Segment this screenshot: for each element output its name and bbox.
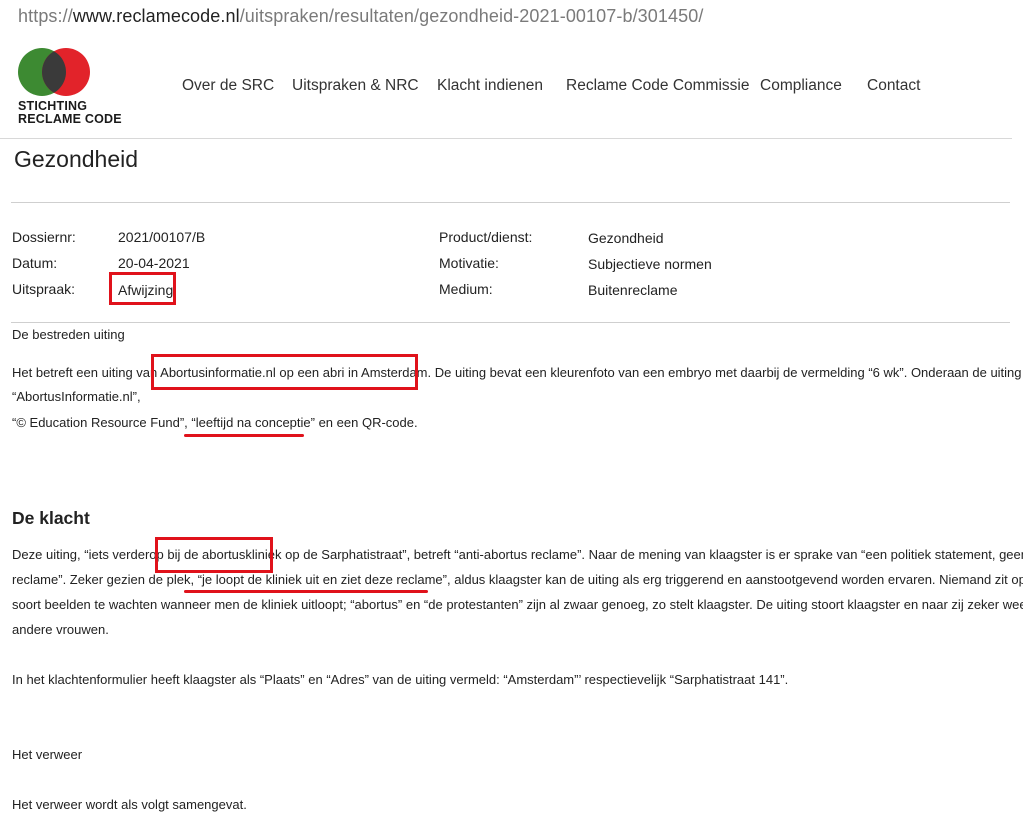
underlined-je-loopt-de-kliniek-uit: “je loopt de kliniek uit en ziet deze re…	[197, 572, 447, 587]
annotation-underline-kliniek	[184, 590, 428, 593]
text-segment: Deze uiting, “iets verderop	[12, 547, 168, 562]
nav-compliance[interactable]: Compliance	[760, 77, 842, 95]
contested-ad-heading: De bestreden uiting	[12, 327, 125, 342]
annotation-underline-leeftijd	[184, 434, 304, 437]
logo-text-line1: STICHTING	[18, 99, 88, 113]
product-value: Gezondheid	[588, 230, 664, 246]
contested-paragraph-line2: “AbortusInformatie.nl”,	[12, 389, 141, 404]
text-segment: Het betreft een uiting van	[12, 365, 161, 380]
url-path: /uitspraken/resultaten/gezondheid-2021-0…	[239, 6, 704, 26]
text-segment: “© Education Resource Fund”,	[12, 415, 192, 430]
motivation-value: Subjectieve normen	[588, 256, 712, 272]
text-segment: De uiting bevat een kleurenfoto van een …	[431, 365, 1023, 380]
defence-heading: Het verweer	[12, 747, 83, 762]
address-bar-url[interactable]: https://www.reclamecode.nl/uitspraken/re…	[18, 6, 703, 27]
date-value: 20-04-2021	[118, 255, 190, 271]
medium-label: Medium:	[439, 281, 493, 297]
text-segment: en een QR-code.	[314, 415, 418, 430]
nav-uitspraken-nrc[interactable]: Uitspraken & NRC	[292, 77, 419, 95]
dossier-label: Dossiernr:	[12, 229, 76, 245]
defence-paragraph: Het verweer wordt als volgt samengevat.	[12, 797, 247, 812]
contested-paragraph-line3: “© Education Resource Fund”, “leeftijd n…	[12, 410, 418, 435]
url-scheme: https://	[18, 6, 73, 26]
nav-klacht-indienen[interactable]: Klacht indienen	[437, 77, 543, 95]
date-label: Datum:	[12, 255, 58, 271]
ruling-label: Uitspraak:	[12, 281, 76, 297]
header-divider	[0, 138, 1012, 139]
text-segment: , aldus klaagster kan de uiting als erg …	[447, 572, 1023, 587]
underlined-leeftijd-na-conceptie: “leeftijd na conceptie”	[191, 415, 315, 430]
product-label: Product/dienst:	[439, 229, 533, 245]
complaint-form-paragraph: In het klachtenformulier heeft klaagster…	[12, 672, 789, 687]
dossier-value: 2021/00107/B	[118, 229, 206, 245]
nav-reclame-code-commissie[interactable]: Reclame Code Commissie	[566, 77, 749, 95]
complaint-paragraph-line3: soort beelden te wachten wanneer men de …	[12, 597, 1023, 612]
annotation-box-ruling	[109, 272, 176, 305]
nav-over-de-src[interactable]: Over de SRC	[182, 77, 274, 95]
url-host: www.reclamecode.nl	[72, 6, 240, 26]
page-title: Gezondheid	[14, 146, 139, 172]
main-navigation: Over de SRC Uitspraken & NRC Klacht indi…	[0, 77, 1023, 97]
nav-contact[interactable]: Contact	[867, 77, 920, 95]
annotation-box-abortusinformatie	[151, 354, 418, 390]
text-segment: reclame”. Zeker gezien de plek,	[12, 572, 198, 587]
meta-divider-top	[11, 202, 1010, 203]
meta-divider-bottom	[11, 322, 1010, 323]
medium-value: Buitenreclame	[588, 282, 678, 298]
motivation-label: Motivatie:	[439, 255, 499, 271]
complaint-paragraph-line4: andere vrouwen.	[12, 622, 109, 637]
annotation-box-abortuskliniek	[155, 537, 273, 573]
logo-text-line2: RECLAME CODE	[18, 112, 122, 126]
complaint-heading: De klacht	[12, 508, 90, 528]
text-segment: op de Sarphatistraat”, betreft “anti-abo…	[281, 547, 1023, 562]
